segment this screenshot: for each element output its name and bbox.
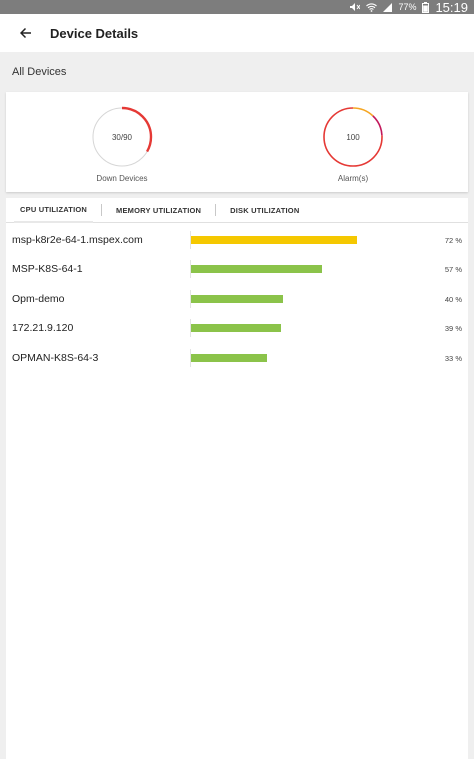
clock: 15:19 bbox=[435, 0, 468, 15]
utilization-bar bbox=[191, 265, 323, 273]
tab-memory-utilization[interactable]: MEMORY UTILIZATION bbox=[102, 198, 215, 223]
device-name: OPMAN-K8S-64-3 bbox=[12, 352, 99, 364]
utilization-bar-track bbox=[191, 236, 421, 244]
utilization-bar bbox=[191, 295, 283, 303]
device-name: Opm-demo bbox=[12, 293, 65, 305]
main-area: All Devices 30/90 Down Devices 100 Alarm… bbox=[0, 52, 474, 759]
down-devices-label: Down Devices bbox=[96, 174, 148, 183]
utilization-percent: 39 % bbox=[444, 323, 462, 333]
utilization-bar-track bbox=[191, 295, 421, 303]
utilization-bar bbox=[191, 354, 267, 362]
device-name: MSP-K8S-64-1 bbox=[12, 263, 83, 275]
device-row[interactable]: Opm-demo 40 % bbox=[6, 289, 468, 309]
wifi-icon bbox=[366, 2, 378, 12]
alarms-label: Alarm(s) bbox=[337, 174, 369, 183]
utilization-percent: 33 % bbox=[444, 353, 462, 363]
back-button[interactable] bbox=[14, 21, 38, 45]
signal-icon bbox=[383, 2, 393, 12]
alarms-widget[interactable]: 100 Alarm(s) bbox=[321, 105, 385, 183]
tab-disk-utilization[interactable]: DISK UTILIZATION bbox=[216, 198, 313, 223]
section-header: All Devices bbox=[12, 66, 67, 78]
battery-percent: 77% bbox=[398, 2, 417, 12]
device-name: 172.21.9.120 bbox=[12, 322, 74, 334]
device-row[interactable]: msp-k8r2e-64-1.mspex.com 72 % bbox=[6, 230, 468, 250]
summary-card: 30/90 Down Devices 100 Alarm(s) bbox=[6, 92, 468, 192]
utilization-bar-track bbox=[191, 265, 421, 273]
utilization-tabs: CPU UTILIZATION MEMORY UTILIZATION DISK … bbox=[6, 198, 468, 223]
page-title: Device Details bbox=[50, 25, 139, 41]
utilization-percent: 72 % bbox=[444, 235, 462, 245]
utilization-percent: 57 % bbox=[444, 264, 462, 274]
utilization-bar bbox=[191, 324, 281, 332]
app-bar: Device Details bbox=[0, 14, 474, 52]
mute-icon bbox=[349, 2, 361, 12]
utilization-bar-track bbox=[191, 354, 421, 362]
utilization-percent: 40 % bbox=[444, 294, 462, 304]
status-bar: 77% 15:19 bbox=[0, 0, 474, 15]
utilization-bar-track bbox=[191, 324, 421, 332]
tab-cpu-utilization[interactable]: CPU UTILIZATION bbox=[14, 198, 94, 223]
arrow-left-icon bbox=[20, 27, 31, 39]
down-devices-donut: 30/90 bbox=[91, 106, 153, 168]
utilization-bar bbox=[191, 236, 357, 244]
battery-icon bbox=[422, 1, 430, 13]
down-devices-widget[interactable]: 30/90 Down Devices bbox=[90, 105, 154, 183]
device-row[interactable]: MSP-K8S-64-1 57 % bbox=[6, 259, 468, 279]
device-name: msp-k8r2e-64-1.mspex.com bbox=[12, 234, 143, 246]
down-devices-value: 30/90 bbox=[112, 133, 133, 142]
utilization-card: CPU UTILIZATION MEMORY UTILIZATION DISK … bbox=[6, 198, 468, 759]
device-row[interactable]: 172.21.9.120 39 % bbox=[6, 318, 468, 338]
device-row[interactable]: OPMAN-K8S-64-3 33 % bbox=[6, 348, 468, 368]
alarms-donut: 100 bbox=[323, 107, 383, 167]
alarms-value: 100 bbox=[346, 133, 360, 142]
